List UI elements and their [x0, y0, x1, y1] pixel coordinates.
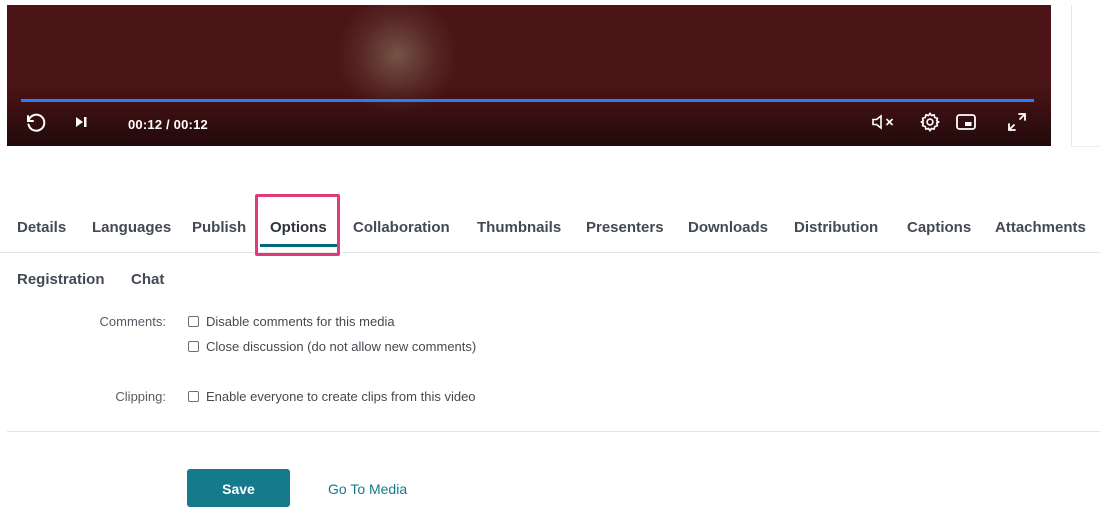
tab-thumbnails[interactable]: Thumbnails [477, 208, 561, 248]
fullscreen-icon [1006, 111, 1028, 138]
pip-icon [955, 112, 977, 137]
fullscreen-button[interactable] [1004, 112, 1030, 136]
tab-publish[interactable]: Publish [192, 208, 246, 248]
disable-comments-label: Disable comments for this media [206, 314, 395, 329]
tab-collaboration[interactable]: Collaboration [353, 208, 450, 248]
tab-details[interactable]: Details [17, 208, 66, 248]
tab-languages[interactable]: Languages [92, 208, 171, 248]
pip-button[interactable] [952, 112, 980, 136]
tab-attachments[interactable]: Attachments [995, 208, 1086, 248]
save-button[interactable]: Save [187, 469, 290, 507]
replay-icon [23, 110, 47, 139]
tab-downloads[interactable]: Downloads [688, 208, 768, 248]
disable-comments-option[interactable]: Disable comments for this media [188, 314, 395, 329]
video-player[interactable]: 00:12 / 00:12 [7, 5, 1051, 146]
close-discussion-label: Close discussion (do not allow new comme… [206, 339, 477, 354]
close-discussion-option[interactable]: Close discussion (do not allow new comme… [188, 339, 476, 354]
enable-clips-checkbox[interactable] [188, 391, 199, 402]
next-button[interactable] [71, 112, 91, 136]
tab-presenters[interactable]: Presenters [586, 208, 664, 248]
tab-registration[interactable]: Registration [17, 265, 105, 295]
close-discussion-checkbox[interactable] [188, 341, 199, 352]
clipping-label: Clipping: [115, 389, 166, 404]
next-icon [74, 115, 88, 134]
enable-clips-label: Enable everyone to create clips from thi… [206, 389, 476, 404]
progress-bar[interactable] [21, 99, 1034, 102]
tabs-primary: Details Languages Publish Options Collab… [0, 208, 1100, 253]
mute-button[interactable] [869, 112, 899, 136]
go-to-media-link[interactable]: Go To Media [328, 481, 407, 497]
enable-clips-option[interactable]: Enable everyone to create clips from thi… [188, 389, 476, 404]
tabs-secondary: Registration Chat [0, 265, 400, 295]
divider [7, 431, 1100, 432]
progress-fill [21, 99, 1034, 102]
time-display: 00:12 / 00:12 [128, 117, 208, 132]
settings-icon [919, 111, 941, 138]
settings-button[interactable] [916, 111, 944, 138]
replay-button[interactable] [20, 112, 50, 136]
tab-chat[interactable]: Chat [131, 265, 164, 295]
mute-icon [871, 113, 897, 136]
tab-captions[interactable]: Captions [907, 208, 971, 248]
highlight-annotation [255, 194, 340, 256]
side-panel [1071, 5, 1100, 147]
disable-comments-checkbox[interactable] [188, 316, 199, 327]
comments-label: Comments: [99, 314, 166, 329]
tab-distribution[interactable]: Distribution [794, 208, 878, 248]
